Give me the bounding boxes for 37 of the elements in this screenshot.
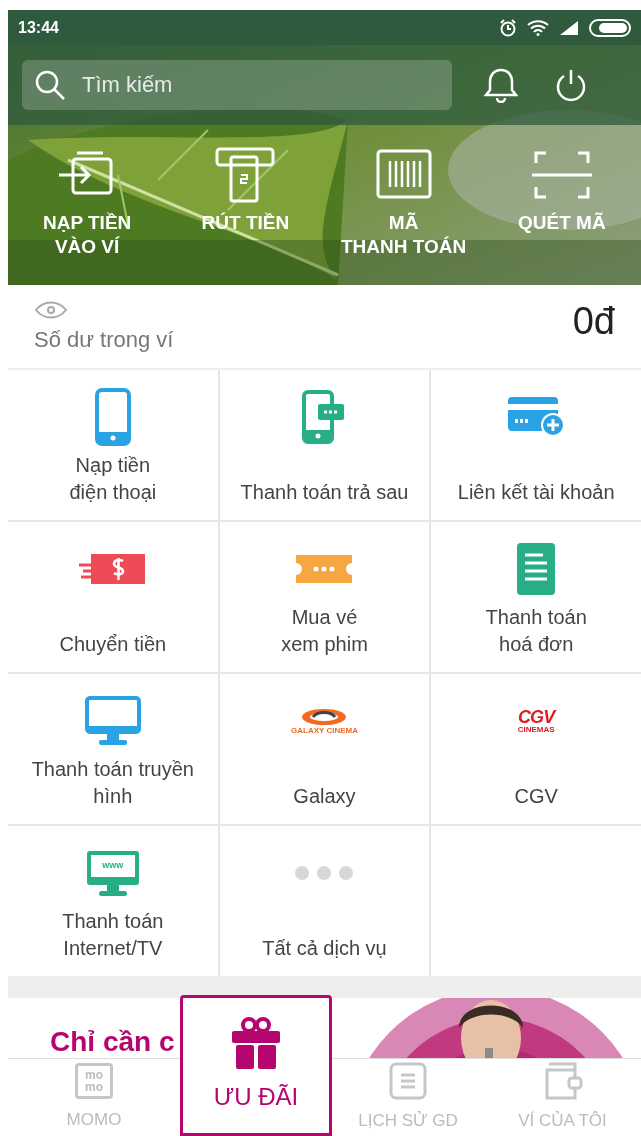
- balance-label: Số dư trong ví: [34, 326, 174, 354]
- service-tile[interactable]: Mua vé xem phim: [219, 522, 430, 672]
- service-tile[interactable]: Tất cả dịch vụ: [219, 826, 430, 976]
- status-time: 13:44: [18, 17, 59, 38]
- cinema-logo: GALAXY CINEMA: [291, 707, 358, 735]
- money-transfer-icon: [78, 553, 147, 585]
- quick-action-button[interactable]: MÃ THANH TOÁN: [324, 145, 483, 259]
- service-tile[interactable]: Thanh toán truyền hình: [8, 674, 218, 824]
- monitor-icon: [84, 696, 141, 746]
- service-tile[interactable]: Thanh toán trả sau: [219, 370, 430, 520]
- wifi-icon: [527, 19, 549, 36]
- service-tile[interactable]: www Thanh toán Internet/TV: [8, 826, 218, 976]
- cinema-logo: CGV CINEMAS: [517, 708, 555, 734]
- balance-amount: 0đ: [572, 299, 615, 344]
- phone-icon: [94, 388, 131, 446]
- service-tile[interactable]: CGV CINEMAS CGV: [431, 674, 641, 824]
- bell-icon: [484, 67, 518, 103]
- nav-tab[interactable]: ƯU ĐÃI: [180, 995, 332, 1136]
- search-icon: [34, 69, 66, 101]
- phone-message-icon: [302, 390, 347, 444]
- receipt-icon: [516, 541, 557, 597]
- service-tile[interactable]: Liên kết tài khoản: [431, 370, 641, 520]
- gift-icon: [231, 1017, 281, 1069]
- list-document-icon: [389, 1061, 427, 1100]
- signal-icon: [559, 19, 579, 36]
- service-tile[interactable]: Nạp tiền điện thoại: [8, 370, 218, 520]
- power-icon: [554, 68, 588, 102]
- service-tile[interactable]: Chuyển tiền: [8, 522, 218, 672]
- quick-action-button[interactable]: NẠP TIỀN VÀO VÍ: [8, 145, 167, 259]
- atm-cash-icon: [213, 145, 278, 205]
- banner-headline[interactable]: Chỉ cần c: [50, 1028, 175, 1056]
- ticket-icon: [296, 553, 353, 585]
- battery-icon: [589, 18, 631, 37]
- alarm-icon: [499, 18, 517, 37]
- service-tile[interactable]: GALAXY CINEMA Galaxy: [219, 674, 430, 824]
- logo-icon: mo mo: [75, 1062, 113, 1099]
- service-tile[interactable]: Thanh toán hoá đơn: [431, 522, 641, 672]
